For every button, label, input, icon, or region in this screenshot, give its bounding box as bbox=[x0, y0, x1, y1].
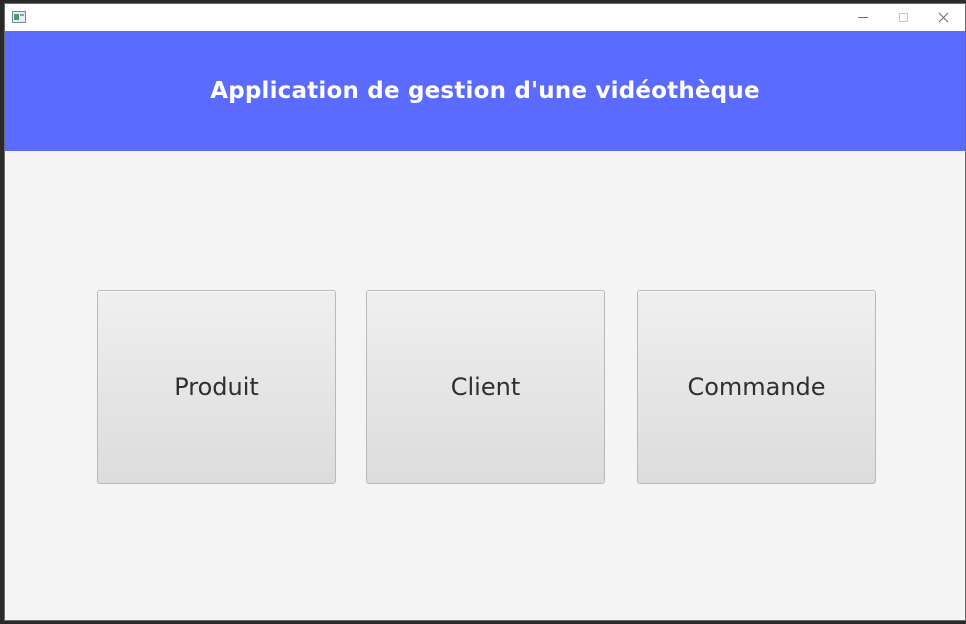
close-icon bbox=[938, 12, 949, 23]
app-title: Application de gestion d'une vidéothèque bbox=[210, 78, 760, 104]
app-header: Application de gestion d'une vidéothèque bbox=[5, 31, 965, 151]
minimize-button[interactable] bbox=[843, 4, 883, 31]
maximize-icon bbox=[898, 13, 908, 22]
maximize-button[interactable] bbox=[883, 4, 923, 31]
main-content: Produit Client Commande bbox=[5, 151, 965, 620]
produit-button[interactable]: Produit bbox=[97, 290, 336, 484]
title-bar bbox=[5, 4, 965, 31]
close-button[interactable] bbox=[923, 4, 963, 31]
app-window: Application de gestion d'une vidéothèque… bbox=[4, 3, 966, 621]
client-button[interactable]: Client bbox=[366, 290, 605, 484]
minimize-icon bbox=[858, 17, 868, 18]
app-icon bbox=[12, 11, 26, 23]
commande-button[interactable]: Commande bbox=[637, 290, 876, 484]
